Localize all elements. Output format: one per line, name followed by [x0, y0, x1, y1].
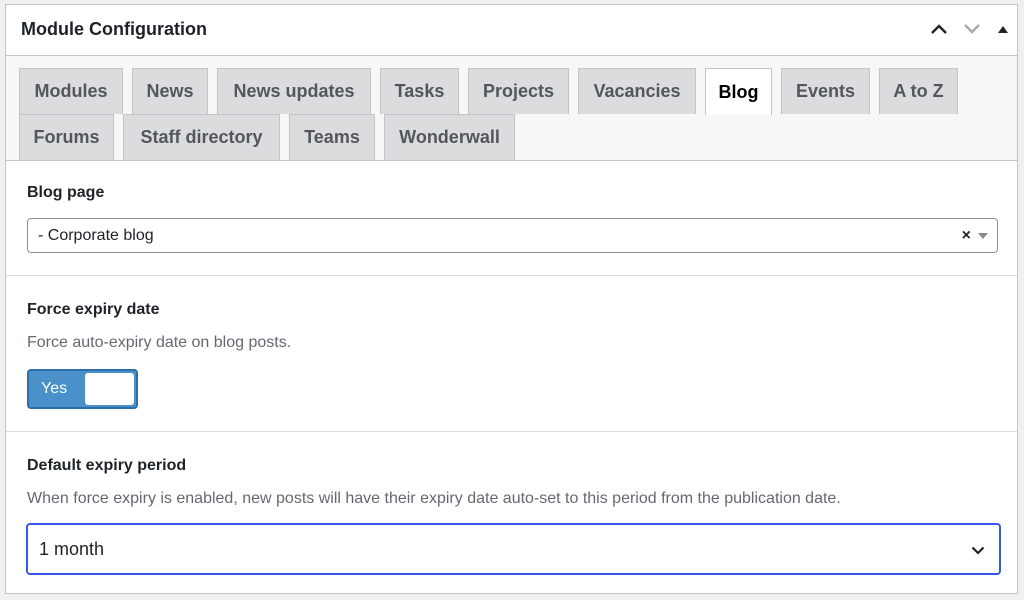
collapse-toggle-icon[interactable] [991, 17, 1015, 41]
dropdown-caret-icon[interactable] [978, 233, 988, 239]
blog-page-section: Blog page - Corporate blog × [6, 161, 1017, 275]
force-expiry-section: Force expiry date Force auto-expiry date… [6, 275, 1017, 432]
default-expiry-description: When force expiry is enabled, new posts … [27, 490, 841, 507]
panel-title: Module Configuration [21, 19, 207, 39]
default-expiry-value: 1 month [39, 539, 105, 559]
tab-forums[interactable]: Forums [19, 114, 114, 160]
force-expiry-toggle[interactable]: Yes [27, 369, 138, 409]
tab-events[interactable]: Events [781, 68, 870, 114]
move-up-icon[interactable] [927, 17, 951, 41]
toggle-state-label: Yes [41, 380, 68, 397]
tab-teams[interactable]: Teams [289, 114, 375, 160]
tab-a-to-z[interactable]: A to Z [879, 68, 958, 114]
tab-projects[interactable]: Projects [468, 68, 569, 114]
default-expiry-select[interactable]: 1 month [26, 523, 1001, 575]
move-down-icon[interactable] [960, 17, 984, 41]
blog-page-value: - Corporate blog [38, 227, 154, 244]
module-tabs: Modules News News updates Tasks Projects… [6, 56, 1017, 161]
tab-tasks[interactable]: Tasks [380, 68, 459, 114]
blog-page-select[interactable]: - Corporate blog × [27, 218, 998, 253]
tab-blog[interactable]: Blog [705, 68, 772, 115]
tab-news[interactable]: News [132, 68, 208, 114]
tab-wonderwall[interactable]: Wonderwall [384, 114, 515, 160]
tab-vacancies[interactable]: Vacancies [578, 68, 696, 114]
clear-selection-icon[interactable]: × [962, 227, 971, 245]
module-configuration-panel: Module Configuration Modules News News u… [5, 4, 1018, 594]
default-expiry-label: Default expiry period [27, 457, 187, 474]
tab-news-updates[interactable]: News updates [217, 68, 371, 114]
force-expiry-label: Force expiry date [27, 301, 160, 318]
panel-header: Module Configuration [6, 5, 1017, 56]
toggle-knob [85, 373, 134, 405]
blog-page-label: Blog page [27, 184, 105, 201]
force-expiry-description: Force auto-expiry date on blog posts. [27, 334, 292, 351]
tab-staff-directory[interactable]: Staff directory [123, 114, 280, 160]
chevron-down-icon [971, 542, 985, 560]
default-expiry-section: Default expiry period When force expiry … [6, 431, 1017, 591]
tab-modules[interactable]: Modules [19, 68, 123, 114]
